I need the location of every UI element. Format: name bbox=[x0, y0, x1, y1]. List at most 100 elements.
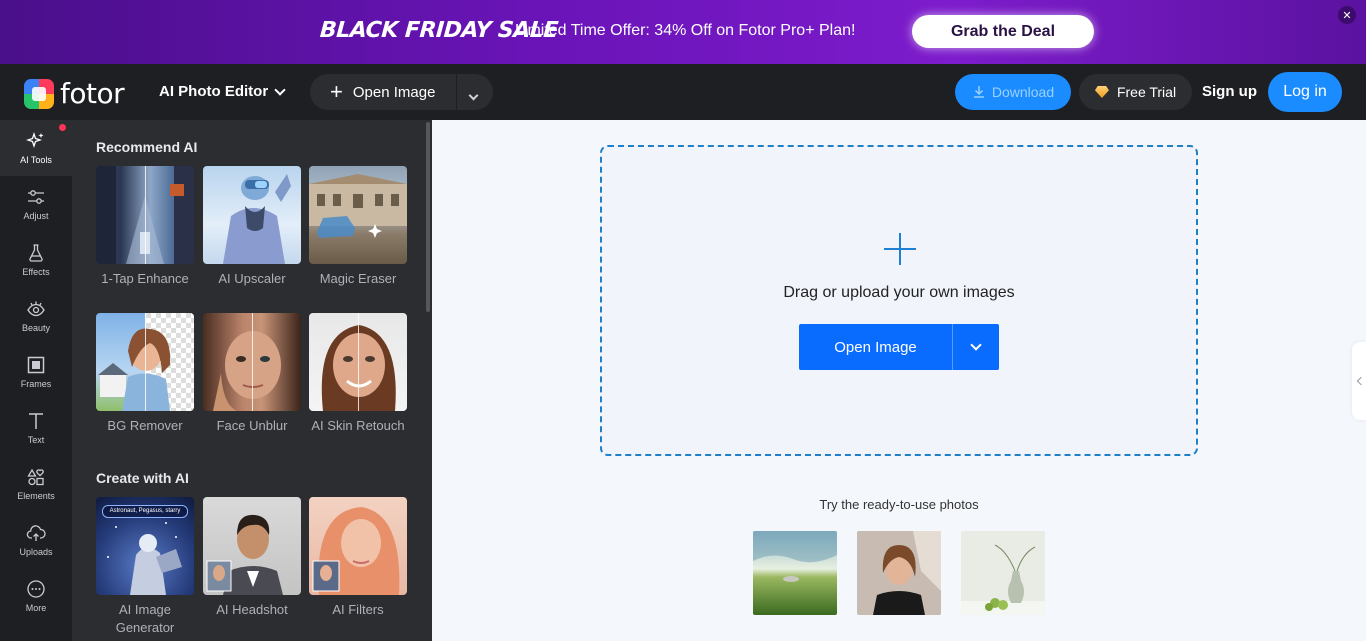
download-label: Download bbox=[991, 84, 1055, 100]
grab-deal-button[interactable]: Grab the Deal bbox=[912, 15, 1094, 48]
ai-tools-panel: Recommend AI 1-Tap Enhance AI Upscaler M… bbox=[72, 120, 432, 641]
tool-thumbnail bbox=[96, 166, 194, 264]
rail-item-frames[interactable]: Frames bbox=[0, 344, 72, 400]
chevron-down-icon bbox=[970, 338, 982, 351]
free-trial-button[interactable]: Free Trial bbox=[1079, 74, 1192, 110]
eye-icon bbox=[27, 301, 45, 317]
section-title-create: Create with AI bbox=[96, 470, 189, 486]
open-image-button[interactable]: Open Image bbox=[799, 324, 999, 370]
before-after-divider bbox=[252, 313, 253, 411]
tool-thumbnail bbox=[203, 497, 301, 595]
tool-card-ai-skin-retouch[interactable]: AI Skin Retouch bbox=[309, 313, 407, 435]
open-image-top-dropdown[interactable] bbox=[468, 86, 479, 103]
tool-card-face-unblur[interactable]: Face Unblur bbox=[203, 313, 301, 435]
rail-item-elements[interactable]: Elements bbox=[0, 456, 72, 512]
shapes-icon bbox=[27, 468, 44, 486]
rail-item-effects[interactable]: Effects bbox=[0, 232, 72, 288]
open-image-top-button[interactable]: + Open Image bbox=[310, 74, 493, 110]
logo-text: fotor bbox=[60, 77, 125, 110]
upload-dropzone[interactable]: Drag or upload your own images Open Imag… bbox=[600, 145, 1198, 456]
sample-photo-still-life[interactable] bbox=[961, 531, 1045, 615]
tool-card-ai-image-generator[interactable]: Astronaut, Pegasus, starry AI Image Gene… bbox=[96, 497, 194, 637]
login-button[interactable]: Log in bbox=[1268, 72, 1342, 112]
rail-label: More bbox=[25, 603, 47, 613]
open-image-label: Open Image bbox=[834, 338, 917, 356]
sparkle-icon bbox=[26, 131, 44, 149]
frame-icon bbox=[27, 356, 45, 374]
tool-thumbnail bbox=[309, 166, 407, 264]
open-image-dropdown[interactable] bbox=[953, 338, 999, 351]
tool-thumbnail: Astronaut, Pegasus, starry bbox=[96, 497, 194, 595]
sample-photo-portrait[interactable] bbox=[857, 531, 941, 615]
download-icon bbox=[973, 86, 984, 98]
tool-label: AI Image Generator bbox=[115, 602, 175, 635]
dropzone-text: Drag or upload your own images bbox=[783, 284, 1015, 301]
gem-icon bbox=[1094, 86, 1109, 98]
download-button[interactable]: Download bbox=[955, 74, 1071, 110]
editor-mode-dropdown[interactable]: AI Photo Editor bbox=[159, 83, 286, 100]
plus-icon bbox=[884, 233, 916, 265]
right-panel-toggle[interactable] bbox=[1352, 342, 1366, 420]
tool-card-magic-eraser[interactable]: Magic Eraser bbox=[309, 166, 407, 288]
tool-thumbnail bbox=[309, 313, 407, 411]
left-rail: AI Tools Adjust Effects Beauty Frames Te… bbox=[0, 120, 72, 641]
upload-cloud-icon bbox=[26, 525, 46, 541]
tool-label: BG Remover bbox=[107, 418, 183, 433]
plus-icon: + bbox=[330, 79, 343, 104]
rail-label: AI Tools bbox=[20, 155, 52, 165]
chevron-down-icon bbox=[274, 83, 286, 96]
chevron-left-icon bbox=[1356, 376, 1365, 386]
open-image-top-label: Open Image bbox=[352, 83, 436, 101]
rail-label: Effects bbox=[22, 267, 50, 277]
tool-thumbnail bbox=[96, 313, 194, 411]
tool-card-ai-headshot[interactable]: AI Headshot bbox=[203, 497, 301, 619]
rail-item-more[interactable]: More bbox=[0, 568, 72, 624]
section-title-recommend: Recommend AI bbox=[96, 139, 198, 155]
text-icon bbox=[29, 413, 43, 429]
more-icon bbox=[27, 580, 45, 598]
rail-label: Text bbox=[27, 435, 45, 445]
tool-label: AI Headshot bbox=[216, 602, 288, 617]
free-trial-label: Free Trial bbox=[1116, 84, 1177, 100]
rail-label: Adjust bbox=[23, 211, 49, 221]
sample-photos-heading: Try the ready-to-use photos bbox=[819, 497, 979, 512]
notification-dot bbox=[59, 124, 66, 131]
rail-label: Frames bbox=[20, 379, 52, 389]
tool-label: Face Unblur bbox=[216, 418, 288, 433]
fotor-logo[interactable]: fotor bbox=[24, 77, 125, 110]
before-after-divider bbox=[145, 313, 146, 411]
panel-scrollbar[interactable] bbox=[426, 122, 430, 312]
close-icon[interactable]: ✕ bbox=[1338, 6, 1356, 24]
before-after-divider bbox=[358, 313, 359, 411]
rail-item-text[interactable]: Text bbox=[0, 400, 72, 456]
rail-item-uploads[interactable]: Uploads bbox=[0, 512, 72, 568]
tool-card-bg-remover[interactable]: BG Remover bbox=[96, 313, 194, 435]
rail-item-beauty[interactable]: Beauty bbox=[0, 288, 72, 344]
chevron-down-icon bbox=[468, 90, 479, 101]
top-bar: fotor AI Photo Editor + Open Image Downl… bbox=[0, 64, 1366, 120]
tool-card-1-tap-enhance[interactable]: 1-Tap Enhance bbox=[96, 166, 194, 288]
promo-offer-text: Limited Time Offer: 34% Off on Fotor Pro… bbox=[515, 22, 856, 39]
tool-label: 1-Tap Enhance bbox=[101, 271, 189, 286]
rail-item-adjust[interactable]: Adjust bbox=[0, 176, 72, 232]
before-after-divider bbox=[145, 166, 146, 264]
tool-label: AI Filters bbox=[332, 602, 384, 617]
tool-card-ai-upscaler[interactable]: AI Upscaler bbox=[203, 166, 301, 288]
rail-item-ai-tools[interactable]: AI Tools bbox=[0, 120, 72, 176]
editor-mode-label: AI Photo Editor bbox=[159, 83, 269, 100]
sliders-icon bbox=[28, 190, 44, 204]
tool-label: Magic Eraser bbox=[319, 271, 397, 286]
promo-banner: BLACK FRIDAY SALE Limited Time Offer: 34… bbox=[0, 0, 1366, 64]
tool-thumbnail bbox=[203, 166, 301, 264]
signup-link[interactable]: Sign up bbox=[1202, 83, 1257, 100]
tool-card-ai-filters[interactable]: AI Filters bbox=[309, 497, 407, 619]
rail-label: Beauty bbox=[21, 323, 51, 333]
sample-photo-landscape[interactable] bbox=[753, 531, 837, 615]
rail-label: Uploads bbox=[19, 547, 53, 557]
tool-label: AI Upscaler bbox=[218, 271, 286, 286]
tool-label: AI Skin Retouch bbox=[311, 418, 405, 433]
rail-label: Elements bbox=[17, 491, 55, 501]
logo-icon bbox=[24, 78, 54, 109]
divider bbox=[456, 74, 457, 110]
flask-icon bbox=[29, 244, 43, 262]
